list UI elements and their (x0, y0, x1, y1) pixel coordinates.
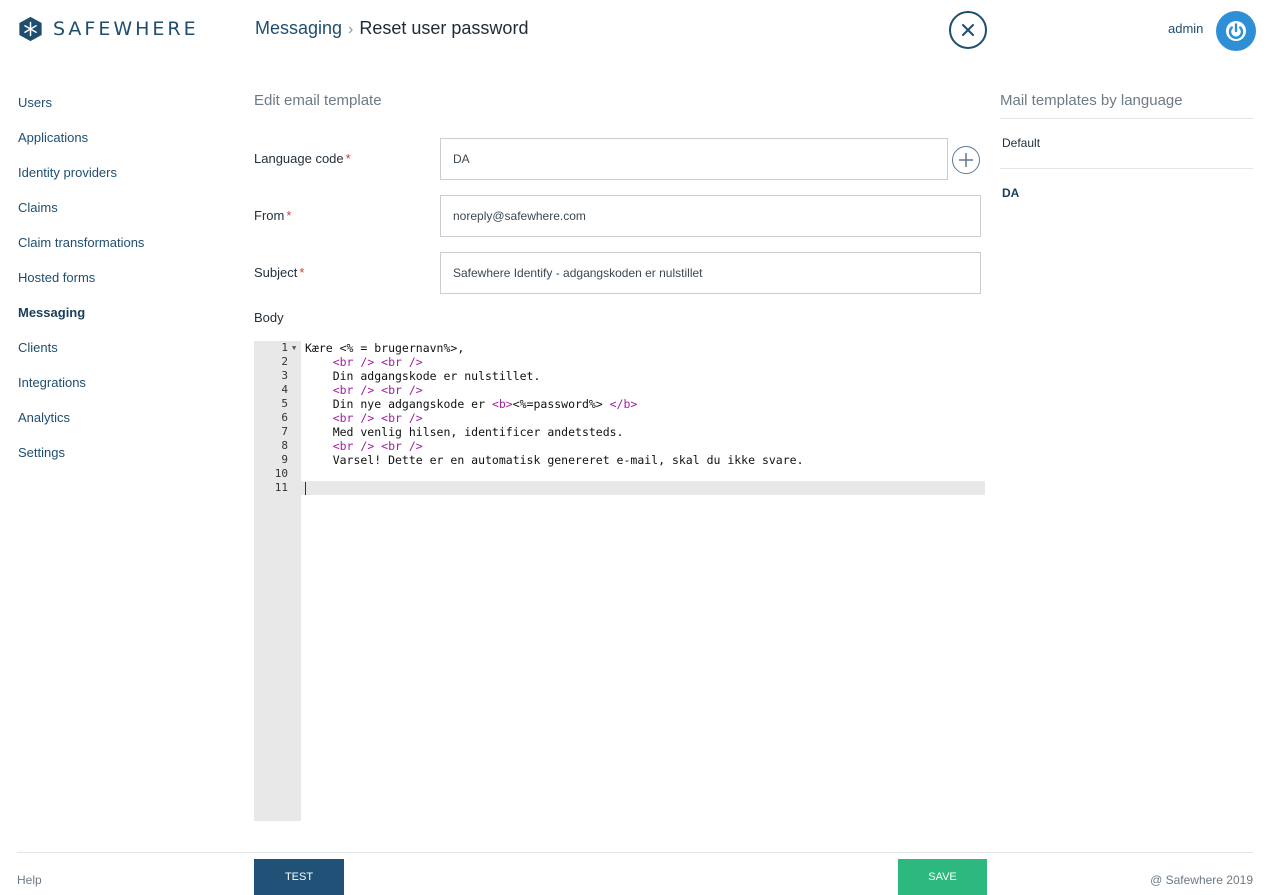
line-number: 2 (281, 355, 288, 368)
logo: SAFEWHERE (18, 16, 199, 42)
add-language-button[interactable] (952, 146, 980, 174)
footer-divider (17, 852, 1253, 853)
line-number: 4 (281, 383, 288, 396)
line-number: 10 (274, 467, 288, 480)
line-number: 8 (281, 439, 288, 452)
mail-templates-title: Mail templates by language (1000, 92, 1183, 109)
code-line: 8 <br /> <br /> (254, 439, 985, 453)
sidebar-item-clients[interactable]: Clients (18, 340, 218, 375)
close-icon (962, 24, 974, 36)
line-number: 3 (281, 369, 288, 382)
code-line: 4 <br /> <br /> (254, 383, 985, 397)
line-number: 7 (281, 425, 288, 438)
subject-input[interactable]: Safewhere Identify - adgangskoden er nul… (440, 252, 981, 294)
code-text: <br /> <br /> (332, 355, 423, 369)
body-label: Body (254, 310, 284, 325)
line-number: 11 (274, 481, 288, 494)
sidebar-item-users[interactable]: Users (18, 95, 218, 130)
code-text: <br /> <br /> (332, 439, 423, 453)
divider (1000, 118, 1253, 119)
text-cursor (305, 482, 306, 495)
code-line: 3 Din adgangskode er nulstillet. (254, 369, 985, 383)
plus-icon (959, 153, 973, 167)
sidebar: Users Applications Identity providers Cl… (18, 95, 218, 480)
language-code-label: Language code * (254, 151, 351, 166)
save-button[interactable]: SAVE (898, 859, 987, 895)
line-number: 1 (281, 341, 288, 354)
code-text: Din nye adgangskode er <b><%=password%> … (305, 397, 638, 411)
logo-icon (19, 16, 42, 42)
edit-template-title: Edit email template (254, 92, 382, 109)
from-label-text: From (254, 208, 285, 223)
code-line: 9 Varsel! Dette er en automatisk generer… (254, 453, 985, 467)
sidebar-item-hosted-forms[interactable]: Hosted forms (18, 270, 218, 305)
copyright: @ Safewhere 2019 (1150, 873, 1253, 887)
language-code-value: DA (453, 152, 470, 166)
code-text: Kære <% = brugernavn%>, (305, 341, 465, 355)
sidebar-item-analytics[interactable]: Analytics (18, 410, 218, 445)
code-line: 7 Med venlig hilsen, identificer andetst… (254, 425, 985, 439)
subject-value: Safewhere Identify - adgangskoden er nul… (453, 266, 703, 280)
code-line: 6 <br /> <br /> (254, 411, 985, 425)
required-mark: * (286, 208, 292, 223)
sidebar-item-claims[interactable]: Claims (18, 200, 218, 235)
line-number: 9 (281, 453, 288, 466)
subject-label: Subject * (254, 265, 304, 280)
code-line: 10 (254, 467, 985, 481)
code-text: Varsel! Dette er en automatisk genereret… (305, 453, 804, 467)
breadcrumb: Messaging › Reset user password (255, 18, 528, 39)
close-button[interactable] (949, 11, 987, 49)
template-da[interactable]: DA (1002, 186, 1019, 200)
breadcrumb-parent[interactable]: Messaging (255, 18, 342, 38)
code-text: Med venlig hilsen, identificer andetsted… (305, 425, 624, 439)
breadcrumb-separator: › (348, 21, 354, 38)
required-mark: * (299, 265, 305, 280)
from-value: noreply@safewhere.com (453, 209, 586, 223)
sidebar-item-claim-transformations[interactable]: Claim transformations (18, 235, 218, 270)
language-code-label-text: Language code (254, 151, 344, 166)
code-text: <br /> <br /> (332, 383, 423, 397)
from-label: From * (254, 208, 291, 223)
line-number: 5 (281, 397, 288, 410)
test-button[interactable]: TEST (254, 859, 344, 895)
sidebar-item-settings[interactable]: Settings (18, 445, 218, 480)
language-code-input[interactable]: DA (440, 138, 948, 180)
logo-text: SAFEWHERE (53, 18, 199, 40)
sidebar-item-identity-providers[interactable]: Identity providers (18, 165, 218, 200)
required-mark: * (345, 151, 351, 166)
power-icon (1226, 21, 1246, 41)
template-default[interactable]: Default (1002, 136, 1040, 150)
sidebar-item-applications[interactable]: Applications (18, 130, 218, 165)
sidebar-item-messaging[interactable]: Messaging (18, 305, 218, 340)
code-line: 2 <br /> <br /> (254, 355, 985, 369)
help-link[interactable]: Help (17, 873, 42, 887)
fold-arrow-icon[interactable]: ▼ (292, 341, 296, 355)
line-number: 6 (281, 411, 288, 424)
sidebar-item-integrations[interactable]: Integrations (18, 375, 218, 410)
code-line: 1 ▼ Kære <% = brugernavn%>, (254, 341, 985, 355)
subject-label-text: Subject (254, 265, 298, 280)
user-name[interactable]: admin (1168, 21, 1203, 36)
body-code-editor[interactable]: 1 ▼ Kære <% = brugernavn%>, 2 <br /> <br… (254, 341, 985, 821)
code-line: 5 Din nye adgangskode er <b><%=password%… (254, 397, 985, 411)
code-line-current: 11 (254, 481, 985, 495)
logout-button[interactable] (1216, 11, 1256, 51)
code-text: Din adgangskode er nulstillet. (305, 369, 541, 383)
divider (1000, 168, 1253, 169)
code-text: <br /> <br /> (332, 411, 423, 425)
from-input[interactable]: noreply@safewhere.com (440, 195, 981, 237)
breadcrumb-current: Reset user password (359, 18, 529, 38)
